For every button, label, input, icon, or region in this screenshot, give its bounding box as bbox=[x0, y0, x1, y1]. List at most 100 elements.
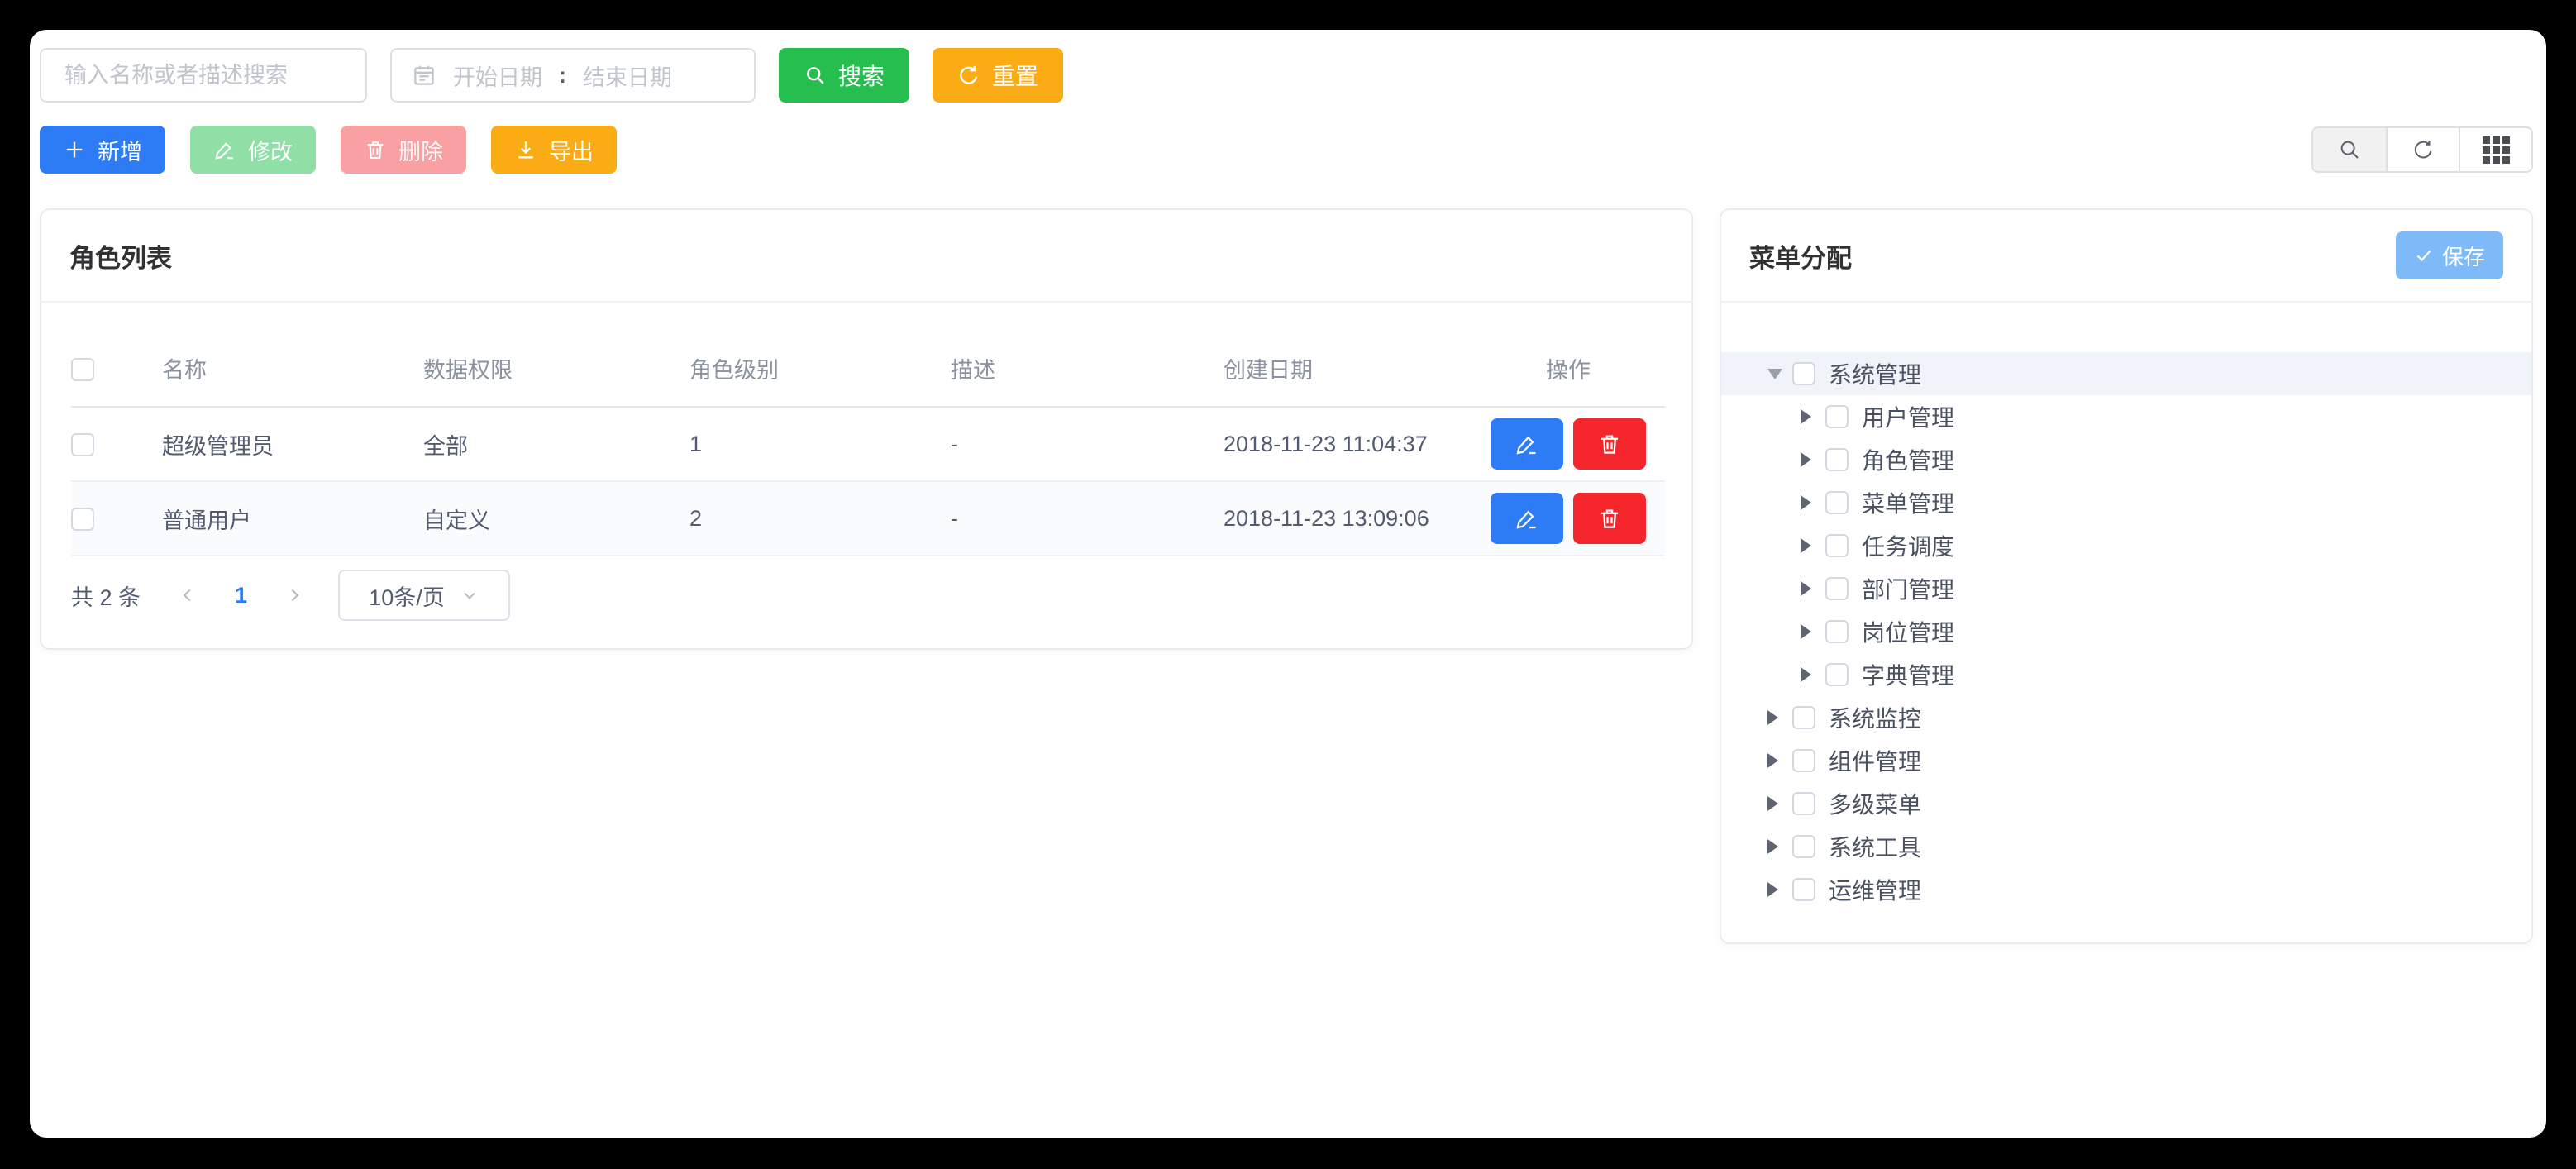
tree-label: 系统工具 bbox=[1829, 830, 1921, 863]
caret-right-icon[interactable] bbox=[1801, 452, 1811, 467]
tree-label: 系统管理 bbox=[1829, 357, 1921, 390]
date-range-picker[interactable]: 开始日期 : 结束日期 bbox=[390, 48, 756, 103]
search-button[interactable]: 搜索 bbox=[779, 48, 909, 103]
add-button[interactable]: 新增 bbox=[40, 126, 165, 174]
cell-name: 超级管理员 bbox=[162, 407, 423, 481]
pencil-icon bbox=[1515, 432, 1539, 456]
magnifier-icon bbox=[2337, 137, 2362, 162]
caret-right-icon[interactable] bbox=[1767, 710, 1778, 725]
caret-right-icon[interactable] bbox=[1801, 624, 1811, 639]
tree-node-parent[interactable]: 运维管理 bbox=[1721, 868, 2531, 911]
tree-checkbox[interactable] bbox=[1825, 405, 1849, 428]
next-page-button[interactable] bbox=[284, 584, 305, 606]
keyword-search-input[interactable] bbox=[40, 48, 367, 103]
tree-label: 字典管理 bbox=[1862, 658, 1954, 691]
caret-right-icon[interactable] bbox=[1767, 796, 1778, 811]
edit-button[interactable]: 修改 bbox=[190, 126, 316, 174]
cell-name: 普通用户 bbox=[162, 481, 423, 556]
refresh-icon bbox=[957, 64, 980, 87]
tree-checkbox[interactable] bbox=[1825, 620, 1849, 643]
edit-button-label: 修改 bbox=[248, 134, 293, 166]
page-size-select[interactable]: 10条/页 bbox=[338, 570, 510, 621]
tree-node-parent[interactable]: 系统工具 bbox=[1721, 825, 2531, 868]
col-header-operations: 操作 bbox=[1472, 331, 1665, 407]
caret-right-icon[interactable] bbox=[1767, 882, 1778, 897]
calendar-icon bbox=[412, 63, 436, 88]
row-checkbox[interactable] bbox=[71, 508, 94, 531]
caret-right-icon[interactable] bbox=[1767, 753, 1778, 768]
tree-checkbox[interactable] bbox=[1825, 491, 1849, 514]
caret-right-icon[interactable] bbox=[1801, 581, 1811, 596]
export-button-label: 导出 bbox=[549, 134, 594, 166]
select-all-checkbox[interactable] bbox=[71, 358, 94, 381]
pencil-icon bbox=[1515, 506, 1539, 531]
table-row[interactable]: 普通用户 自定义 2 - 2018-11-23 13:09:06 bbox=[71, 481, 1665, 556]
tree-label: 系统监控 bbox=[1829, 701, 1921, 734]
tree-label: 组件管理 bbox=[1829, 744, 1921, 777]
column-settings-button[interactable] bbox=[2459, 128, 2531, 171]
tree-node-child[interactable]: 菜单管理 bbox=[1721, 481, 2531, 524]
tree-node-child[interactable]: 用户管理 bbox=[1721, 395, 2531, 438]
tree-node-parent[interactable]: 系统监控 bbox=[1721, 696, 2531, 739]
tree-checkbox[interactable] bbox=[1792, 835, 1815, 858]
caret-down-icon[interactable] bbox=[1767, 369, 1782, 379]
tree-node-parent[interactable]: 系统管理 bbox=[1721, 352, 2531, 395]
row-delete-button[interactable] bbox=[1573, 493, 1646, 544]
refresh-table-button[interactable] bbox=[2386, 128, 2459, 171]
reset-button[interactable]: 重置 bbox=[933, 48, 1063, 103]
menu-tree: 系统管理 用户管理 角色管理 菜单管理 bbox=[1721, 303, 2531, 911]
col-header-level: 角色级别 bbox=[689, 331, 951, 407]
date-end-placeholder: 结束日期 bbox=[583, 60, 672, 92]
save-button[interactable]: 保存 bbox=[2396, 231, 2503, 279]
row-delete-button[interactable] bbox=[1573, 418, 1646, 470]
tree-node-parent[interactable]: 多级菜单 bbox=[1721, 782, 2531, 825]
export-button[interactable]: 导出 bbox=[491, 126, 617, 174]
tree-checkbox[interactable] bbox=[1825, 577, 1849, 600]
table-header-row: 名称 数据权限 角色级别 描述 创建日期 操作 bbox=[71, 331, 1665, 407]
pagination: 共 2 条 1 bbox=[71, 570, 1662, 621]
table-row[interactable]: 超级管理员 全部 1 - 2018-11-23 11:04:37 bbox=[71, 407, 1665, 481]
toggle-search-button[interactable] bbox=[2313, 128, 2386, 171]
tree-checkbox[interactable] bbox=[1825, 663, 1849, 686]
caret-right-icon[interactable] bbox=[1801, 409, 1811, 424]
tree-label: 角色管理 bbox=[1862, 443, 1954, 476]
cell-level: 2 bbox=[689, 481, 951, 556]
cell-desc: - bbox=[951, 407, 1224, 481]
role-table: 名称 数据权限 角色级别 描述 创建日期 操作 超级管理员 全部 bbox=[71, 331, 1665, 556]
menu-card-title: 菜单分配 bbox=[1749, 237, 1852, 274]
chevron-right-icon bbox=[284, 584, 305, 606]
tree-checkbox[interactable] bbox=[1792, 362, 1815, 385]
tree-node-child[interactable]: 角色管理 bbox=[1721, 438, 2531, 481]
col-header-scope: 数据权限 bbox=[423, 331, 689, 407]
role-card-title: 角色列表 bbox=[69, 237, 172, 274]
view-toolbar bbox=[2311, 126, 2533, 173]
tree-checkbox[interactable] bbox=[1825, 448, 1849, 471]
tree-checkbox[interactable] bbox=[1792, 706, 1815, 729]
tree-checkbox[interactable] bbox=[1825, 534, 1849, 557]
tree-node-child[interactable]: 任务调度 bbox=[1721, 524, 2531, 567]
tree-checkbox[interactable] bbox=[1792, 878, 1815, 901]
tree-checkbox[interactable] bbox=[1792, 749, 1815, 772]
caret-right-icon[interactable] bbox=[1801, 538, 1811, 553]
caret-right-icon[interactable] bbox=[1801, 495, 1811, 510]
row-edit-button[interactable] bbox=[1491, 418, 1563, 470]
cell-created: 2018-11-23 13:09:06 bbox=[1224, 481, 1472, 556]
cell-desc: - bbox=[951, 481, 1224, 556]
tree-node-child[interactable]: 部门管理 bbox=[1721, 567, 2531, 610]
page-number[interactable]: 1 bbox=[235, 583, 247, 608]
tree-checkbox[interactable] bbox=[1792, 792, 1815, 815]
tree-label: 多级菜单 bbox=[1829, 787, 1921, 820]
prev-page-button[interactable] bbox=[177, 584, 198, 606]
row-edit-button[interactable] bbox=[1491, 493, 1563, 544]
tree-label: 菜单管理 bbox=[1862, 486, 1954, 519]
caret-right-icon[interactable] bbox=[1767, 839, 1778, 854]
caret-right-icon[interactable] bbox=[1801, 667, 1811, 682]
chevron-left-icon bbox=[177, 584, 198, 606]
row-checkbox[interactable] bbox=[71, 433, 94, 456]
tree-node-child[interactable]: 字典管理 bbox=[1721, 653, 2531, 696]
delete-button[interactable]: 删除 bbox=[341, 126, 466, 174]
chevron-down-icon bbox=[460, 585, 479, 605]
tree-node-parent[interactable]: 组件管理 bbox=[1721, 739, 2531, 782]
download-icon bbox=[514, 138, 537, 161]
tree-node-child[interactable]: 岗位管理 bbox=[1721, 610, 2531, 653]
